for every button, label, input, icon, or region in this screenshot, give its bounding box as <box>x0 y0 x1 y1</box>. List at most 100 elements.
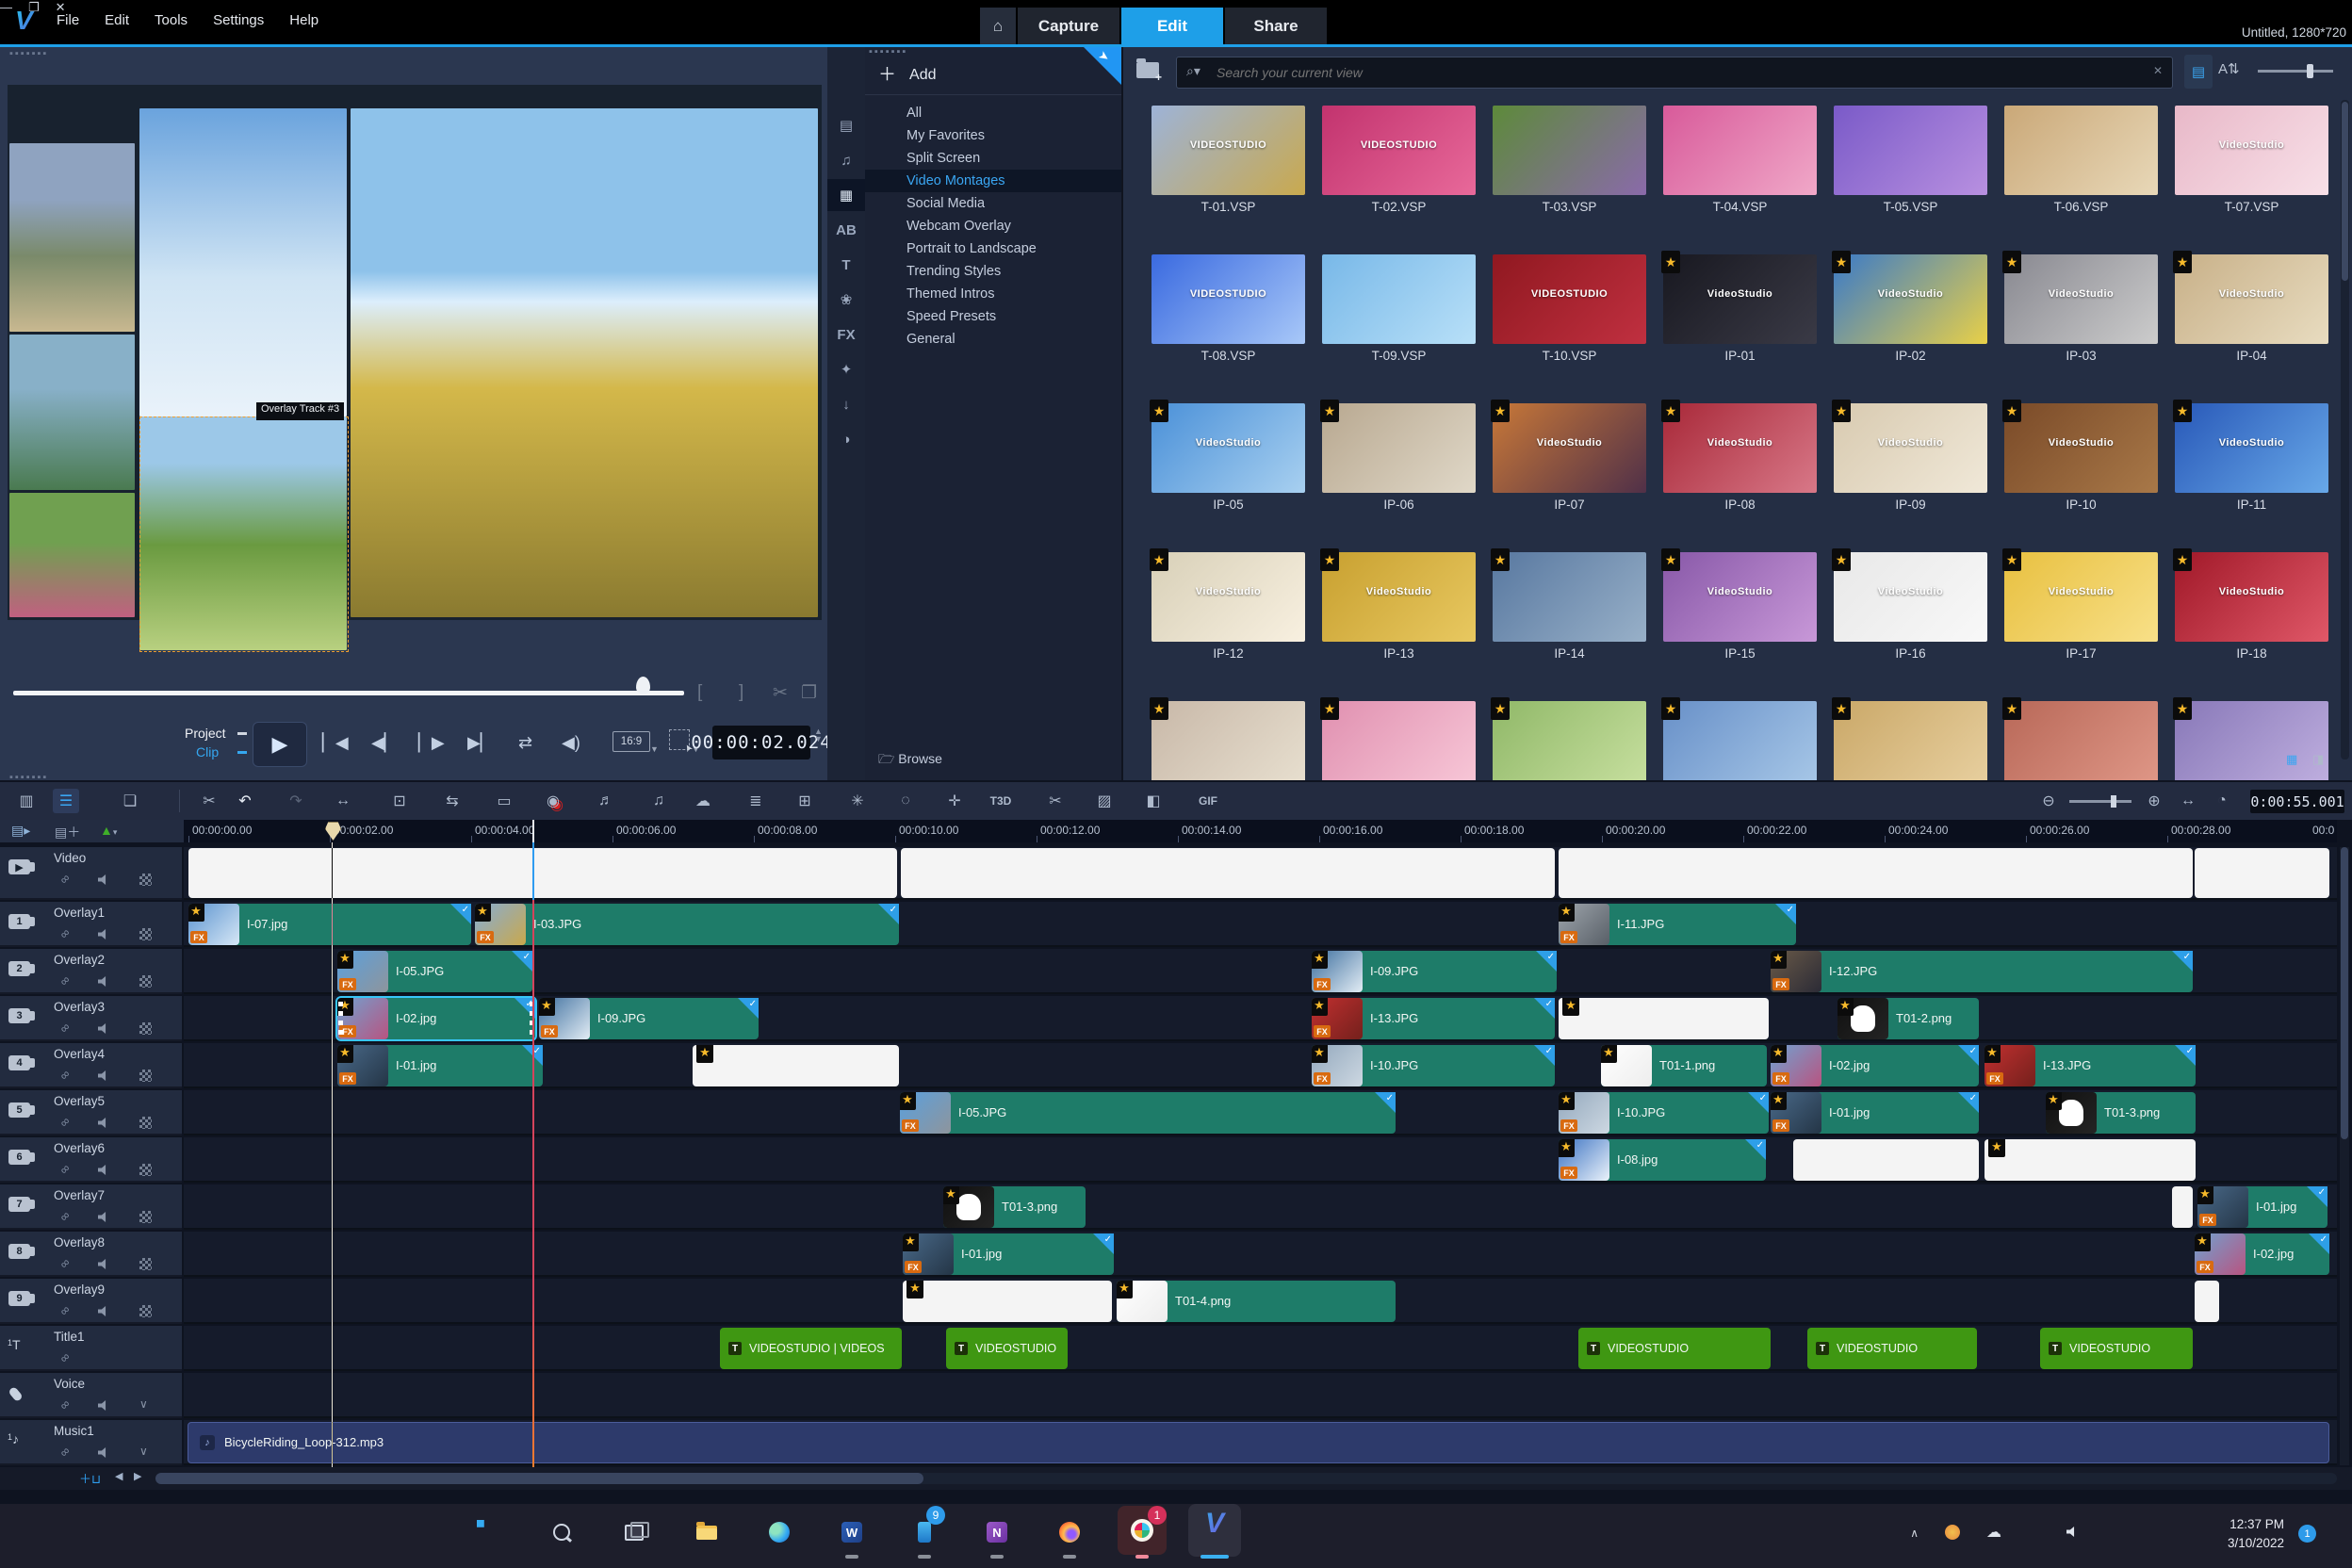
placeholder-clip[interactable] <box>1559 848 2193 898</box>
taskbar-videostudio-box[interactable]: V <box>1188 1504 1241 1557</box>
track-header-overlay7[interactable]: 7 Overlay7 ∞ <box>0 1184 182 1230</box>
media-clip[interactable]: ★ FX I-09.JPG ✓ <box>539 998 759 1039</box>
filters-icon[interactable]: FX <box>827 318 865 351</box>
link-icon[interactable]: ∞ <box>57 1255 73 1271</box>
track-row-overlay9[interactable]: ★ ★ T01-4.png <box>184 1279 2337 1324</box>
highlight-reel-icon[interactable]: ◧ <box>1140 789 1167 813</box>
timeline-hscrollbar[interactable] <box>155 1473 2337 1484</box>
track-type-icon[interactable]: 5 <box>8 1102 35 1118</box>
track-type-icon[interactable]: 9 <box>8 1291 35 1306</box>
add-track-icon[interactable]: ▤＋ <box>55 823 80 841</box>
category-social-media[interactable]: Social Media <box>865 192 1121 215</box>
media-clip[interactable]: ★ T01-3.png <box>2046 1092 2196 1134</box>
template-thumbnail[interactable]: ★ IP-06 <box>1320 400 1476 512</box>
media-clip[interactable]: ★ FX I-01.jpg ✓ <box>337 1045 543 1086</box>
template-thumbnail[interactable]: ★ IP-14 <box>1491 548 1646 661</box>
category-split-screen[interactable]: Split Screen <box>865 147 1121 170</box>
track-header-overlay1[interactable]: 1 Overlay1 ∞ <box>0 902 182 947</box>
browser-icon[interactable]: ◑ <box>827 423 865 455</box>
notification-badge[interactable]: 1 <box>2298 1525 2316 1543</box>
template-thumbnail[interactable]: T-06.VSP <box>2004 106 2158 214</box>
transparency-icon[interactable] <box>139 874 152 886</box>
browse-button[interactable]: 🗁 Browse <box>878 749 942 772</box>
media-clip[interactable]: ★ FX I-11.JPG ✓ <box>1559 904 1796 945</box>
zoom-out-icon[interactable]: ⊖ <box>2035 789 2062 813</box>
track-header-overlay4[interactable]: 4 Overlay4 ∞ <box>0 1043 182 1088</box>
collapse-chevron-icon[interactable]: ∨ <box>139 1397 148 1411</box>
add-folder-icon[interactable] <box>1136 58 1162 84</box>
track-header-overlay3[interactable]: 3 Overlay3 ∞ <box>0 996 182 1041</box>
template-thumbnail[interactable]: VideoStudio ★ IP-03 <box>2002 251 2158 363</box>
track-row-overlay8[interactable]: ★ FX I-01.jpg ✓ ★ FX I-02.jpg ✓ <box>184 1232 2337 1277</box>
media-clip[interactable]: ★ FX I-10.JPG ✓ <box>1559 1092 1769 1134</box>
placeholder-clip[interactable]: ★ <box>1984 1139 2196 1181</box>
speaker-icon[interactable] <box>98 1212 106 1222</box>
track-header-overlay5[interactable]: 5 Overlay5 ∞ <box>0 1090 182 1135</box>
redo-icon[interactable]: ↷ <box>283 789 309 813</box>
aspect-dropdown-icon[interactable]: ▼ <box>650 744 659 754</box>
track-row-voice[interactable] <box>184 1373 2337 1418</box>
project-duration[interactable]: 0:00:55.001 <box>2250 790 2344 813</box>
aspect-ratio-selector[interactable]: 16:9 <box>612 731 650 752</box>
track-row-overlay5[interactable]: ★ FX I-05.JPG ✓ ★ FX I-10.JPG ✓ ★ FX I-01.jpg ✓ ★ T01… <box>184 1090 2337 1135</box>
track-type-icon[interactable]: ▶ <box>8 859 35 874</box>
transparency-icon[interactable] <box>139 1070 152 1082</box>
storyboard-view-icon[interactable]: ▥ <box>13 789 40 813</box>
resize-mode-icon[interactable] <box>669 729 690 750</box>
category-my-favorites[interactable]: My Favorites <box>865 124 1121 147</box>
menu-tools[interactable]: Tools <box>155 12 188 28</box>
preview-timecode[interactable]: 00:00:02.024 <box>691 726 831 760</box>
tab-share[interactable]: Share <box>1225 8 1327 44</box>
view-toggle-icon[interactable]: ▤ <box>2184 55 2213 89</box>
multi-trim-icon[interactable]: ✂ <box>196 789 222 813</box>
placeholder-clip[interactable]: ★ <box>1559 998 1769 1039</box>
title-clip[interactable]: T VIDEOSTUDIO | VIDEOS <box>720 1328 902 1369</box>
media-clip[interactable]: ★FXI-02.jpg✓ <box>1771 1045 1979 1086</box>
speaker-icon[interactable] <box>98 1023 106 1034</box>
tab-edit[interactable]: Edit <box>1121 8 1223 44</box>
track-type-icon[interactable]: 4 <box>8 1055 35 1070</box>
link-icon[interactable]: ∞ <box>57 1302 73 1318</box>
link-icon[interactable]: ∞ <box>57 925 73 941</box>
template-thumbnail[interactable]: VIDEOSTUDIO T-01.VSP <box>1152 106 1305 214</box>
thumbnail-size-slider[interactable] <box>2258 64 2333 78</box>
track-type-icon[interactable]: 3 <box>8 1008 35 1023</box>
media-clip[interactable]: ★ T01-3.png <box>943 1186 1086 1228</box>
instant-project-icon[interactable]: ▦ <box>827 179 865 211</box>
menu-file[interactable]: File <box>57 12 79 28</box>
timeline-ruler[interactable]: 00:00:00.00 00:00:02.00 00:00:04.00 00:00:0… <box>184 820 2337 842</box>
weather-icon[interactable] <box>1945 1525 1960 1540</box>
template-thumbnail[interactable]: VIDEOSTUDIO T-08.VSP <box>1152 254 1305 363</box>
category-portrait-to-landscape[interactable]: Portrait to Landscape <box>865 237 1121 260</box>
speaker-icon[interactable] <box>98 1400 106 1411</box>
media-clip[interactable]: ★ FX I-07.jpg ✓ <box>188 904 471 945</box>
link-icon[interactable]: ∞ <box>57 1396 73 1413</box>
speaker-icon[interactable] <box>98 1447 106 1458</box>
smart-object-icon[interactable]: ❏ <box>117 789 143 813</box>
record-capture-icon[interactable]: ◉ <box>540 789 566 813</box>
media-clip[interactable]: ★ T01-2.png <box>1838 998 1979 1039</box>
template-thumbnail[interactable]: ★ <box>1661 697 1817 780</box>
template-thumbnail[interactable]: VideoStudio ★ IP-11 <box>2173 400 2328 512</box>
track-row-overlay3[interactable]: ★FXI-02.jpg✓★FXI-09.JPG✓★FXI-13.JPG✓★★T0… <box>184 996 2337 1041</box>
template-thumbnail[interactable]: VideoStudio ★ IP-08 <box>1661 400 1817 512</box>
project-mode-label[interactable]: Project <box>185 726 226 741</box>
media-clip[interactable]: ★ FX I-12.JPG ✓ <box>1771 951 2193 992</box>
placeholder-clip[interactable] <box>901 848 1555 898</box>
duration-clock-icon[interactable]: ◔ <box>2209 789 2235 813</box>
panel-drag-handle[interactable]: ▪▪▪▪▪▪▪ <box>9 49 48 59</box>
title-clip[interactable]: T VIDEOSTUDIO <box>946 1328 1068 1369</box>
link-icon[interactable]: ∞ <box>57 1161 73 1177</box>
track-row-video[interactable] <box>184 847 2337 900</box>
onedrive-cloud-icon[interactable]: ☁ <box>1986 1523 2001 1542</box>
track-row-overlay6[interactable]: ★ FX I-08.jpg ✓ ★ <box>184 1137 2337 1183</box>
track-row-overlay4[interactable]: ★ FX I-01.jpg ✓ ★ ★ FX I-10.JPG ✓ ★ T01-1.png ★ FX I-… <box>184 1043 2337 1088</box>
auto-music-icon[interactable]: ♫ <box>645 789 672 813</box>
media-clip[interactable]: ★FXI-02.jpg✓ <box>335 996 537 1041</box>
template-thumbnail[interactable]: VideoStudio ★ IP-17 <box>2002 548 2158 661</box>
title-clip[interactable]: T VIDEOSTUDIO <box>1578 1328 1771 1369</box>
media-clip[interactable]: ★ FX I-01.jpg ✓ <box>2197 1186 2328 1228</box>
add-category-button[interactable]: ＋ Add <box>878 60 936 86</box>
template-thumbnail[interactable]: VideoStudio ★ IP-15 <box>1661 548 1817 661</box>
placeholder-clip[interactable]: ★ <box>693 1045 899 1086</box>
